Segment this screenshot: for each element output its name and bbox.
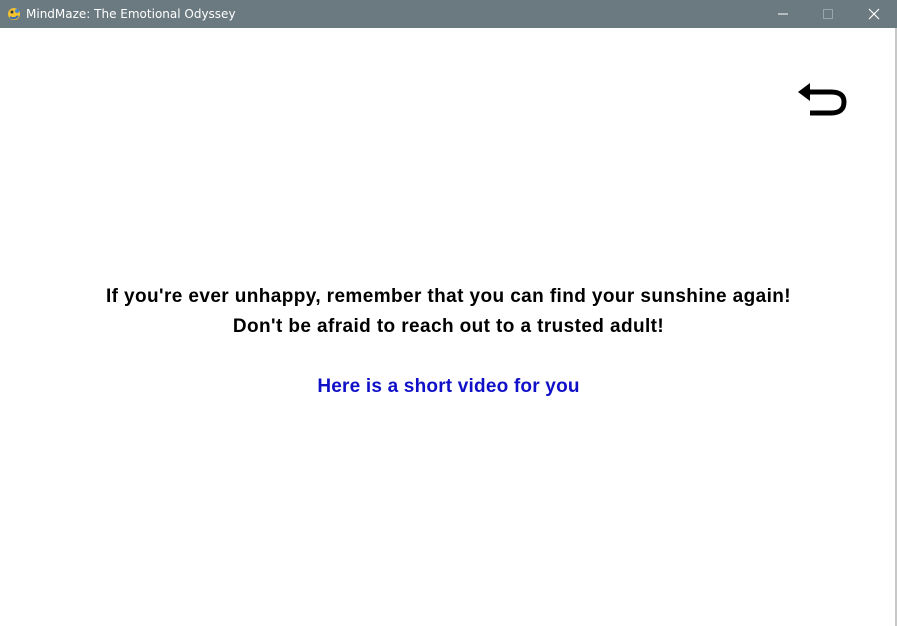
pygame-snake-icon	[6, 6, 22, 22]
encouragement-message-line2: Don't be afraid to reach out to a truste…	[232, 316, 665, 337]
back-button[interactable]	[796, 80, 850, 120]
game-canvas: If you're ever unhappy, remember that yo…	[0, 28, 897, 626]
video-link[interactable]: Here is a short video for you	[0, 376, 897, 398]
app-window: MindMaze: The Emotional Odyssey If you'r…	[0, 0, 897, 626]
close-button[interactable]	[851, 0, 897, 28]
minimize-icon	[778, 13, 788, 15]
minimize-button[interactable]	[760, 0, 806, 28]
close-icon	[868, 8, 880, 20]
title-bar[interactable]: MindMaze: The Emotional Odyssey	[0, 0, 897, 28]
back-arrow-icon	[798, 83, 847, 116]
window-title: MindMaze: The Emotional Odyssey	[26, 7, 236, 21]
encouragement-message-line1: If you're ever unhappy, remember that yo…	[105, 286, 792, 307]
maximize-icon	[823, 9, 833, 19]
maximize-button[interactable]	[805, 0, 851, 28]
